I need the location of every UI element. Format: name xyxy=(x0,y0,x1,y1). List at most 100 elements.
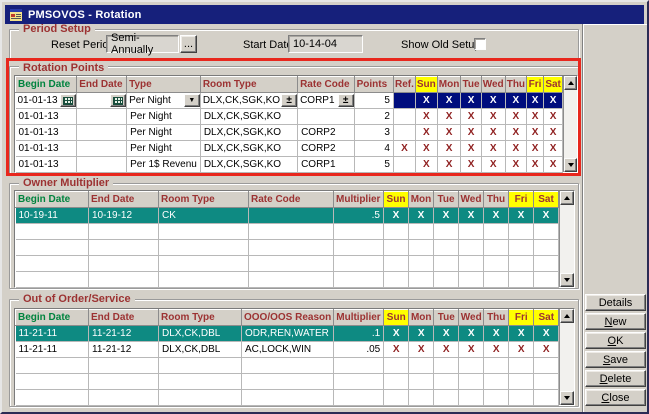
cell-tue[interactable] xyxy=(434,374,459,390)
cell-wed[interactable]: X xyxy=(481,157,505,173)
cell-points[interactable]: 5 xyxy=(354,93,393,109)
cell-thu[interactable]: X xyxy=(505,157,526,173)
cell-thu[interactable]: X xyxy=(505,109,526,125)
cell-wed[interactable]: X xyxy=(459,208,484,224)
cell-room-type[interactable] xyxy=(159,256,249,272)
cell-wed[interactable]: X xyxy=(481,109,505,125)
scrollbar-track[interactable] xyxy=(560,323,574,391)
cell-end-date[interactable]: 11-21-12 xyxy=(89,326,159,342)
cell-sun[interactable]: X xyxy=(384,326,409,342)
cell-end-date[interactable]: 11-21-12 xyxy=(89,342,159,358)
cell-ooo-oos-reason[interactable]: AC,LOCK,WIN xyxy=(242,342,334,358)
cell-room-type[interactable]: CK xyxy=(159,208,249,224)
cell-multiplier[interactable] xyxy=(334,272,384,288)
cell-fri[interactable] xyxy=(509,358,534,374)
scrollbar-track[interactable] xyxy=(560,205,574,273)
cell-fri[interactable] xyxy=(509,240,534,256)
cell-thu[interactable]: X xyxy=(505,141,526,157)
cell-mon[interactable] xyxy=(409,256,434,272)
cell-tue[interactable]: X xyxy=(461,109,481,125)
cell-fri[interactable] xyxy=(509,374,534,390)
cell-end-date[interactable]: 10-19-12 xyxy=(89,208,159,224)
scroll-up-button[interactable] xyxy=(560,191,574,205)
cell-mon[interactable]: X xyxy=(437,125,461,141)
combo-dropdown-button[interactable]: ▼ xyxy=(184,94,200,107)
cell-tue[interactable] xyxy=(434,224,459,240)
show-old-setup-checkbox[interactable] xyxy=(474,38,486,50)
cell-tue[interactable] xyxy=(434,256,459,272)
cell-sun[interactable]: X xyxy=(415,125,437,141)
cell-end-date[interactable] xyxy=(89,390,159,406)
cell-sat[interactable] xyxy=(534,256,559,272)
cell-sat[interactable] xyxy=(534,240,559,256)
cell-wed[interactable] xyxy=(459,272,484,288)
cell-rate-code[interactable] xyxy=(298,109,355,125)
cell-sun[interactable]: X xyxy=(415,157,437,173)
cell-wed[interactable] xyxy=(459,224,484,240)
reset-period-browse-button[interactable]: ... xyxy=(180,35,197,53)
cell-rate-code[interactable]: CORP1± xyxy=(298,93,355,109)
reset-period-field[interactable]: Semi-Annually xyxy=(106,35,179,53)
cell-rate-code[interactable] xyxy=(249,224,334,240)
cell-tue[interactable]: X xyxy=(434,326,459,342)
cell-begin-date[interactable]: 11-21-11 xyxy=(16,342,89,358)
cell-mon[interactable]: X xyxy=(437,141,461,157)
lov-button[interactable]: ± xyxy=(281,94,297,107)
cell-room-type[interactable]: DLX,CK,DBL xyxy=(159,342,242,358)
cell-end-date[interactable] xyxy=(77,125,127,141)
cell-rate-code[interactable]: CORP1 xyxy=(298,157,355,173)
cell-thu[interactable] xyxy=(484,224,509,240)
cell-multiplier[interactable]: .05 xyxy=(334,342,384,358)
cell-multiplier[interactable] xyxy=(334,374,384,390)
cell-sat[interactable]: X xyxy=(544,157,563,173)
cell-ref[interactable]: X xyxy=(393,141,415,157)
cell-rate-code[interactable] xyxy=(249,208,334,224)
cell-fri[interactable] xyxy=(509,256,534,272)
cell-ref[interactable] xyxy=(393,93,415,109)
cell-end-date[interactable] xyxy=(77,157,127,173)
cell-room-type[interactable]: DLX,CK,SGK,KO xyxy=(200,141,297,157)
cell-mon[interactable] xyxy=(409,358,434,374)
cell-sun[interactable]: X xyxy=(384,208,409,224)
cell-room-type[interactable] xyxy=(159,358,242,374)
cell-mon[interactable]: X xyxy=(409,208,434,224)
cell-fri[interactable]: X xyxy=(509,208,534,224)
cell-thu[interactable] xyxy=(484,358,509,374)
cell-fri[interactable]: X xyxy=(527,93,544,109)
cell-sun[interactable] xyxy=(384,224,409,240)
cell-tue[interactable]: X xyxy=(461,125,481,141)
scroll-down-button[interactable] xyxy=(560,391,574,405)
cell-mon[interactable]: X xyxy=(409,342,434,358)
cell-thu[interactable]: X xyxy=(505,93,526,109)
cell-sat[interactable] xyxy=(534,272,559,288)
cell-sat[interactable] xyxy=(534,374,559,390)
cell-tue[interactable]: X xyxy=(461,141,481,157)
cell-mon[interactable] xyxy=(409,224,434,240)
cell-tue[interactable]: X xyxy=(461,157,481,173)
cell-begin-date[interactable]: 01-01-13 xyxy=(16,125,77,141)
cell-room-type[interactable] xyxy=(159,272,249,288)
cell-begin-date[interactable]: 11-21-11 xyxy=(16,326,89,342)
scroll-up-button[interactable] xyxy=(564,76,577,90)
cell-sun[interactable] xyxy=(384,358,409,374)
cell-fri[interactable] xyxy=(509,390,534,406)
cell-fri[interactable]: X xyxy=(527,125,544,141)
calendar-button[interactable] xyxy=(60,94,76,107)
cell-wed[interactable]: X xyxy=(459,342,484,358)
save-button[interactable]: Save xyxy=(585,351,646,368)
cell-type[interactable]: Per Night▼ xyxy=(127,93,201,109)
cell-room-type[interactable]: DLX,CK,SGK,KO xyxy=(200,157,297,173)
cell-mon[interactable] xyxy=(409,374,434,390)
cell-sun[interactable] xyxy=(384,374,409,390)
cell-end-date[interactable] xyxy=(77,93,127,109)
cell-tue[interactable]: X xyxy=(434,342,459,358)
cell-fri[interactable]: X xyxy=(527,109,544,125)
cell-multiplier[interactable] xyxy=(334,358,384,374)
cell-thu[interactable] xyxy=(484,390,509,406)
title-bar[interactable]: PMSOVOS - Rotation xyxy=(5,5,644,24)
cell-multiplier[interactable]: .5 xyxy=(334,208,384,224)
cell-tue[interactable] xyxy=(434,272,459,288)
cell-thu[interactable] xyxy=(484,240,509,256)
cell-ooo-oos-reason[interactable]: ODR,REN,WATER xyxy=(242,326,334,342)
cell-end-date[interactable] xyxy=(77,109,127,125)
